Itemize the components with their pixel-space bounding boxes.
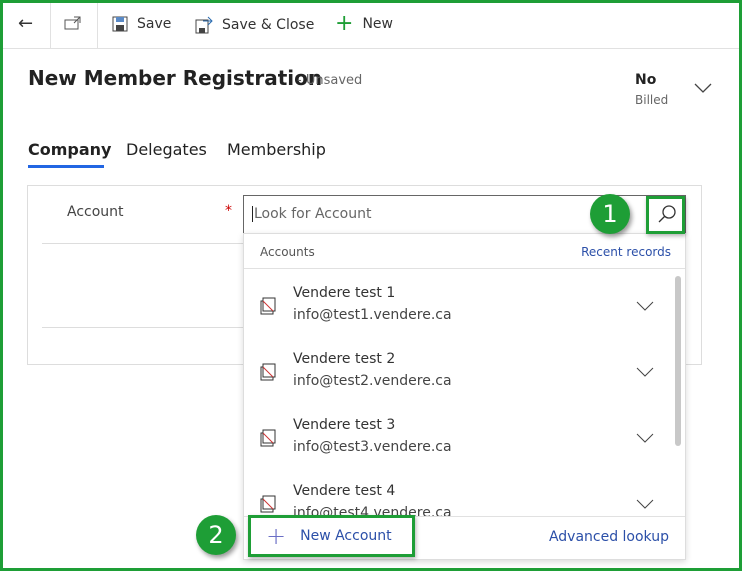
account-label: Account xyxy=(67,204,124,220)
list-item[interactable]: Vendere test 3 info@test3.vendere.ca xyxy=(244,417,674,483)
step-2-badge: 2 xyxy=(196,515,236,555)
billed-label: Billed xyxy=(635,93,669,107)
save-status: - Unsaved xyxy=(297,73,363,88)
advanced-lookup-link[interactable]: Advanced lookup xyxy=(549,529,669,545)
save-icon xyxy=(112,16,128,32)
open-in-new-window-button[interactable] xyxy=(64,15,82,31)
lookup-placeholder: Look for Account xyxy=(252,206,372,222)
account-icon xyxy=(260,429,276,447)
arrow-left-icon: ← xyxy=(18,13,34,34)
chevron-down-icon xyxy=(694,83,712,93)
tab-company[interactable]: Company xyxy=(28,140,111,159)
save-close-icon xyxy=(195,16,213,34)
chevron-down-icon[interactable] xyxy=(636,432,654,444)
scrollbar[interactable] xyxy=(675,276,681,446)
back-button[interactable]: ← xyxy=(18,13,33,34)
active-tab-indicator xyxy=(28,165,104,168)
recent-records-link[interactable]: Recent records xyxy=(581,245,671,259)
account-icon xyxy=(260,495,276,513)
dropdown-header: Accounts xyxy=(260,245,315,259)
step-1-badge: 1 xyxy=(590,194,630,234)
list-item[interactable]: Vendere test 4 info@test4.vendere.ca xyxy=(244,483,674,516)
popout-icon xyxy=(64,16,81,30)
tab-delegates[interactable]: Delegates xyxy=(126,140,207,159)
new-button[interactable]: + New xyxy=(335,11,393,36)
plus-icon: + xyxy=(335,11,354,36)
billed-value: No xyxy=(635,72,657,88)
save-close-button[interactable]: Save & Close xyxy=(195,16,314,34)
account-icon xyxy=(260,363,276,381)
chevron-down-icon[interactable] xyxy=(636,366,654,378)
list-item[interactable]: Vendere test 2 info@test2.vendere.ca xyxy=(244,351,674,417)
highlight-new-account xyxy=(248,515,415,557)
command-bar: ← Save Save & Close + New xyxy=(0,0,742,49)
list-item[interactable]: Vendere test 1 info@test1.vendere.ca xyxy=(244,285,674,351)
account-icon xyxy=(260,297,276,315)
save-button[interactable]: Save xyxy=(112,16,171,32)
lookup-dropdown: Accounts Recent records Vendere test 1 in… xyxy=(243,233,686,560)
required-indicator: * xyxy=(225,203,232,219)
header-expand-button[interactable] xyxy=(693,80,713,100)
highlight-search xyxy=(646,196,685,234)
chevron-down-icon[interactable] xyxy=(636,300,654,312)
page-title: New Member Registration xyxy=(28,66,323,90)
chevron-down-icon[interactable] xyxy=(636,498,654,510)
tab-membership[interactable]: Membership xyxy=(227,140,326,159)
results-list: Vendere test 1 info@test1.vendere.ca Vend… xyxy=(244,269,685,516)
